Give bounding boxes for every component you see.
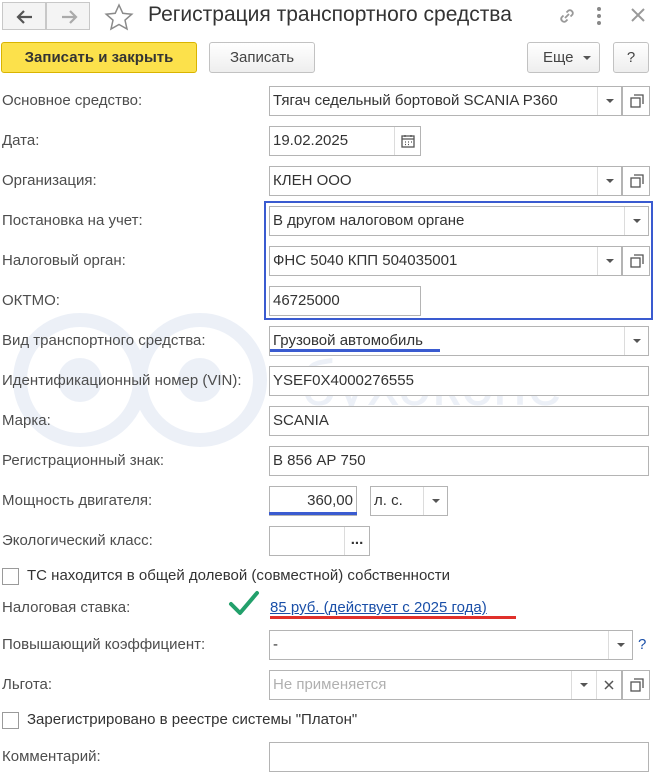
open-window-icon <box>630 678 644 692</box>
eco-class-field[interactable]: ... <box>269 526 370 556</box>
registration-field[interactable]: В другом налоговом органе <box>269 206 649 236</box>
engine-power-underline <box>269 512 357 515</box>
tax-authority-value: ФНС 5040 КПП 504035001 <box>273 252 458 269</box>
favorite-star-icon[interactable] <box>104 3 134 35</box>
brand-value: SCANIA <box>273 412 329 429</box>
organization-value: КЛЕН ООО <box>273 172 352 189</box>
date-field[interactable]: 19.02.2025 <box>269 126 421 156</box>
page-title: Регистрация транспортного средства <box>148 3 512 26</box>
reg-plate-field[interactable]: В 856 АР 750 <box>269 446 649 476</box>
asset-value: Тягач седельный бортовой SCANIA P360 <box>273 92 558 109</box>
organization-label: Организация: <box>2 172 97 189</box>
eco-class-select-button[interactable]: ... <box>344 527 369 555</box>
help-button[interactable]: ? <box>613 42 649 73</box>
shared-ownership-checkbox[interactable] <box>2 568 19 585</box>
comment-label: Комментарий: <box>2 748 101 765</box>
asset-label: Основное средство: <box>2 92 143 109</box>
open-window-icon <box>630 174 644 188</box>
asset-field[interactable]: Тягач седельный бортовой SCANIA P360 <box>269 86 622 116</box>
more-button[interactable]: Еще <box>527 42 600 73</box>
chevron-down-icon <box>583 56 591 60</box>
benefit-placeholder: Не применяется <box>273 676 387 693</box>
arrow-right-icon <box>62 10 78 24</box>
power-unit-value: л. с. <box>374 492 403 509</box>
oktmo-value: 46725000 <box>273 292 340 309</box>
reg-plate-value: В 856 АР 750 <box>273 452 366 469</box>
vin-label: Идентификационный номер (VIN): <box>2 372 242 389</box>
calendar-icon[interactable] <box>394 127 420 155</box>
vin-field[interactable]: YSEF0X4000276555 <box>269 366 649 396</box>
registration-label: Постановка на учет: <box>2 212 143 229</box>
save-button[interactable]: Записать <box>209 42 315 73</box>
coefficient-field[interactable]: - <box>269 630 633 660</box>
chevron-down-icon[interactable] <box>608 631 632 659</box>
coefficient-label: Повышающий коэффициент: <box>2 636 206 653</box>
chevron-down-icon[interactable] <box>624 207 648 235</box>
close-icon[interactable] <box>628 5 648 29</box>
arrow-left-icon <box>16 10 32 24</box>
checkmark-icon <box>228 590 260 622</box>
coefficient-value: - <box>273 636 278 653</box>
vehicle-type-underline <box>270 349 440 352</box>
organization-open-button[interactable] <box>622 166 650 196</box>
vehicle-type-label: Вид транспортного средства: <box>2 332 206 349</box>
chevron-down-icon[interactable] <box>423 487 447 515</box>
chevron-down-icon[interactable] <box>597 247 621 275</box>
power-unit-field[interactable]: л. с. <box>370 486 448 516</box>
brand-field[interactable]: SCANIA <box>269 406 649 436</box>
platon-checkbox[interactable] <box>2 712 19 729</box>
vin-value: YSEF0X4000276555 <box>273 372 414 389</box>
open-window-icon <box>630 254 644 268</box>
date-value: 19.02.2025 <box>273 132 349 149</box>
link-icon[interactable] <box>556 5 578 31</box>
oktmo-field[interactable]: 46725000 <box>269 286 421 316</box>
engine-power-value: 360,00 <box>307 492 353 509</box>
tax-authority-field[interactable]: ФНС 5040 КПП 504035001 <box>269 246 622 276</box>
more-vertical-icon[interactable] <box>594 5 604 31</box>
open-window-icon <box>630 94 644 108</box>
benefit-open-button[interactable] <box>622 670 650 700</box>
date-label: Дата: <box>2 132 40 149</box>
chevron-down-icon[interactable] <box>597 167 621 195</box>
more-button-label: Еще <box>543 49 574 66</box>
engine-power-label: Мощность двигателя: <box>2 492 153 509</box>
tax-rate-label: Налоговая ставка: <box>2 599 131 616</box>
forward-button[interactable] <box>46 2 90 30</box>
reg-plate-label: Регистрационный знак: <box>2 452 165 469</box>
tax-rate-underline <box>270 616 516 619</box>
coefficient-help-icon[interactable]: ? <box>638 634 646 656</box>
platon-label: Зарегистрировано в реестре системы "Плат… <box>27 711 358 728</box>
oktmo-label: ОКТМО: <box>2 292 60 309</box>
back-button[interactable] <box>2 2 46 30</box>
benefit-field[interactable]: Не применяется <box>269 670 622 700</box>
brand-label: Марка: <box>2 412 51 429</box>
chevron-down-icon[interactable] <box>597 87 621 115</box>
organization-field[interactable]: КЛЕН ООО <box>269 166 622 196</box>
comment-field[interactable] <box>269 742 649 772</box>
save-and-close-button[interactable]: Записать и закрыть <box>1 42 197 73</box>
clear-icon[interactable] <box>596 671 621 699</box>
benefit-label: Льгота: <box>2 676 53 693</box>
shared-ownership-label: ТС находится в общей долевой (совместной… <box>27 567 451 584</box>
tax-authority-label: Налоговый орган: <box>2 252 126 269</box>
tax-authority-open-button[interactable] <box>622 246 650 276</box>
eco-class-label: Экологический класс: <box>2 532 153 549</box>
asset-open-button[interactable] <box>622 86 650 116</box>
chevron-down-icon[interactable] <box>571 671 595 699</box>
chevron-down-icon[interactable] <box>624 327 648 355</box>
registration-value: В другом налоговом органе <box>273 212 465 229</box>
